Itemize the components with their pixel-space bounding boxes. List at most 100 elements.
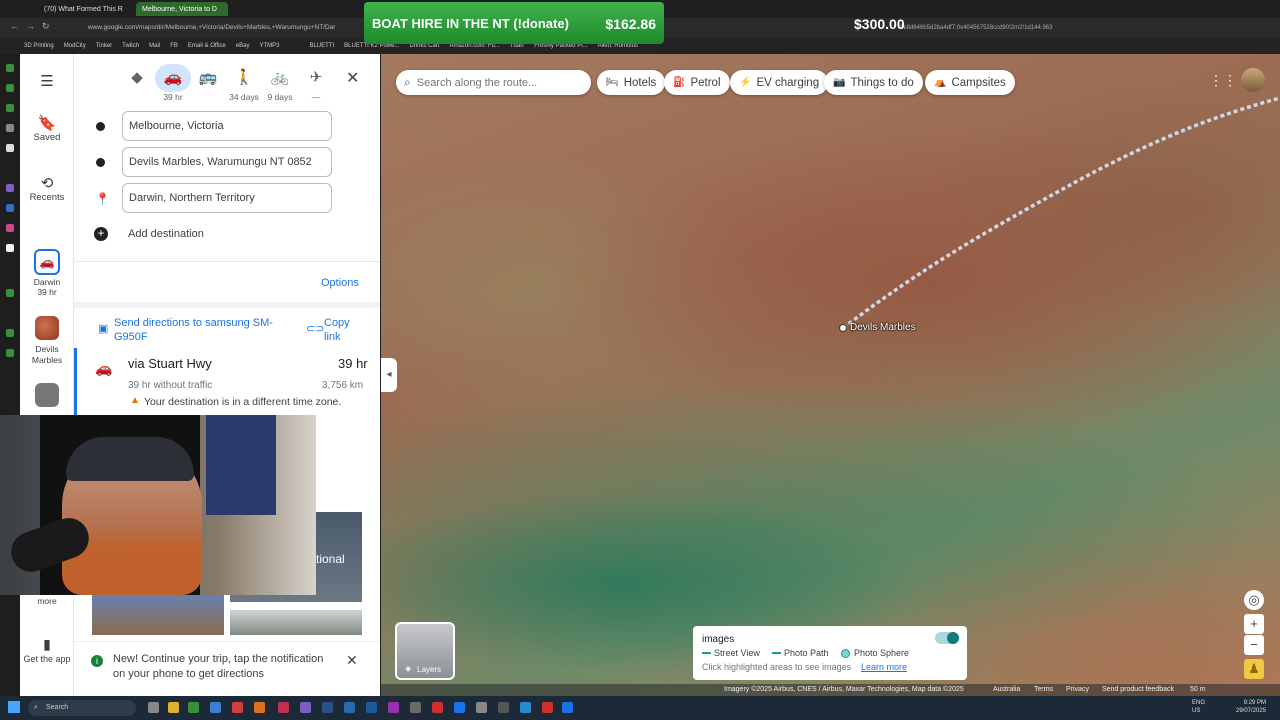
travel-mode-icon: ◆ bbox=[131, 69, 143, 86]
chip-label: Petrol bbox=[690, 76, 721, 89]
maps-side-rail: ☰ 🔖 Saved ⟲ Recents 🚗 Darwin 39 hr Devil… bbox=[20, 54, 74, 696]
divider bbox=[74, 302, 380, 308]
notification-text: New! Continue your trip, tap the notific… bbox=[113, 653, 324, 680]
destination-pin-icon: 📍 bbox=[95, 192, 110, 206]
send-directions-link[interactable]: Send directions to samsung SM-G950F bbox=[114, 316, 284, 344]
bookmark-item[interactable]: 3D Printing bbox=[24, 43, 54, 49]
saved-button[interactable]: 🔖 Saved bbox=[20, 114, 74, 143]
bookmark-item[interactable]: FB bbox=[170, 43, 178, 49]
destination-input[interactable]: Darwin, Northern Territory bbox=[122, 183, 332, 213]
chip-label: Things to do bbox=[850, 76, 914, 89]
waypoint-dot-icon bbox=[96, 158, 105, 167]
bookmark-item[interactable]: ModCity bbox=[64, 43, 86, 49]
recents-label: Recents bbox=[29, 192, 65, 203]
reload-icon[interactable]: ↻ bbox=[42, 21, 50, 32]
avatar[interactable] bbox=[1241, 68, 1265, 92]
back-icon[interactable]: ← bbox=[10, 21, 19, 31]
options-button[interactable]: Options bbox=[321, 277, 359, 289]
route-line bbox=[841, 96, 1280, 330]
travel-mode-3[interactable]: 🚶 34 days bbox=[226, 64, 262, 102]
travel-mode-0[interactable]: ◆ bbox=[119, 64, 155, 92]
feedback-link[interactable]: Send product feedback bbox=[1102, 686, 1174, 693]
travel-mode-time: 34 days bbox=[229, 92, 259, 102]
legend-hint: Click highlighted areas to see images bbox=[702, 662, 852, 672]
images-toggle[interactable] bbox=[935, 632, 959, 644]
close-icon[interactable]: ✕ bbox=[346, 68, 359, 88]
clock[interactable]: 9:29 PM 29/07/2025 bbox=[1236, 699, 1266, 715]
bookmark-item[interactable]: Email & Office bbox=[188, 43, 226, 49]
recent-devils-marbles[interactable]: Devils Marbles bbox=[20, 316, 74, 366]
bookmark-item[interactable]: Tinker bbox=[96, 43, 112, 49]
language-indicator[interactable]: ENG US bbox=[1192, 699, 1205, 715]
my-location-icon[interactable]: ◎ bbox=[1244, 590, 1264, 610]
scale-label: 50 m bbox=[1190, 686, 1206, 693]
privacy-link[interactable]: Privacy bbox=[1066, 686, 1089, 693]
region-label: US bbox=[1192, 708, 1201, 714]
more-label[interactable]: more bbox=[20, 596, 74, 606]
photo-sphere-swatch bbox=[841, 649, 850, 658]
bookmark-item[interactable]: YTMP3 bbox=[259, 43, 279, 49]
collapse-panel-icon[interactable]: ◂ bbox=[381, 358, 397, 392]
terms-link[interactable]: Terms bbox=[1034, 686, 1053, 693]
directions-panel: ◆ 🚗 39 hr 🚌 🚶 34 days 🚲 9 days ✈ — ✕ Melbourne, V… bbox=[74, 54, 380, 696]
browser-tab[interactable]: (70) What Formed This R bbox=[38, 2, 130, 16]
menu-icon[interactable]: ☰ bbox=[20, 72, 74, 90]
browser-tab-active[interactable]: Melbourne, Victoria to D bbox=[136, 2, 228, 16]
layers-button[interactable]: ◈ Layers bbox=[395, 622, 455, 680]
route-traffic: 39 hr without traffic bbox=[128, 380, 213, 391]
apps-grid-icon[interactable]: ⋮⋮ bbox=[1209, 72, 1237, 89]
zoom-out-button[interactable]: − bbox=[1244, 635, 1264, 655]
link-icon: ⊂⊃ bbox=[306, 323, 325, 335]
start-icon[interactable] bbox=[8, 701, 20, 713]
zoom-in-button[interactable]: + bbox=[1244, 614, 1264, 634]
chip-petrol[interactable]: ⛽ Petrol bbox=[664, 70, 730, 95]
street-view-swatch bbox=[702, 652, 711, 654]
donation-goal-overlay: BOAT HIRE IN THE NT (!donate) $162.86 bbox=[364, 2, 664, 44]
get-app-button[interactable]: ▮ Get the app bbox=[20, 636, 74, 665]
taskbar-search[interactable]: ⌕ Search bbox=[28, 700, 136, 716]
bookmark-item[interactable]: eBay bbox=[236, 43, 250, 49]
close-icon[interactable]: ✕ bbox=[346, 652, 358, 669]
recents-button[interactable]: ⟲ Recents bbox=[20, 174, 74, 203]
chip-campsites[interactable]: ⛺ Campsites bbox=[925, 70, 1015, 95]
windows-taskbar: ⌕ Search ENG US 9:29 PM 29/07/2025 bbox=[0, 696, 1280, 720]
chip-label: EV charging bbox=[756, 76, 820, 89]
chip-hotels[interactable]: 🛏 Hotels bbox=[597, 70, 666, 95]
origin-input[interactable]: Melbourne, Victoria bbox=[122, 111, 332, 141]
bookmark-item[interactable]: Twitch bbox=[122, 43, 139, 49]
photo-path-label: Photo Path bbox=[784, 648, 829, 658]
route-card[interactable]: 🚗 via Stuart Hwy 39 hr 39 hr without tra… bbox=[74, 348, 380, 416]
url-field[interactable]: www.google.com/maps/dir/Melbourne,+Victo… bbox=[88, 21, 368, 35]
copy-link-button[interactable]: Copy link bbox=[324, 316, 364, 344]
travel-mode-5[interactable]: ✈ — bbox=[298, 64, 334, 102]
satellite-map[interactable]: Devils Marbles ⌕ Search along the route.… bbox=[381, 54, 1280, 696]
chip-ev-charging[interactable]: ⚡ EV charging bbox=[730, 70, 829, 95]
bookmark-item[interactable]: Mail bbox=[149, 43, 160, 49]
bookmark-item[interactable]: BLUETTI bbox=[309, 43, 334, 49]
learn-more-link[interactable]: Learn more bbox=[861, 662, 907, 672]
car-icon: 🚗 bbox=[34, 249, 60, 275]
travel-mode-2[interactable]: 🚌 bbox=[190, 64, 226, 92]
waypoint-input[interactable]: Devils Marbles, Warumungu NT 0852 bbox=[122, 147, 332, 177]
street-view-label: Street View bbox=[714, 648, 760, 658]
place-thumbnail bbox=[35, 316, 59, 340]
bookmark-icon: 🔖 bbox=[37, 115, 57, 132]
recent-place-3[interactable] bbox=[20, 383, 74, 407]
travel-mode-4[interactable]: 🚲 9 days bbox=[262, 64, 298, 102]
pegman-icon[interactable]: ♟ bbox=[1244, 659, 1264, 679]
route-search-box[interactable]: ⌕ Search along the route... bbox=[396, 70, 591, 95]
travel-mode-1[interactable]: 🚗 39 hr bbox=[155, 64, 191, 102]
forward-icon[interactable]: → bbox=[26, 21, 35, 31]
place-photo[interactable] bbox=[230, 610, 362, 635]
date-label: 29/07/2025 bbox=[1236, 708, 1267, 714]
car-icon: 🚗 bbox=[95, 360, 113, 376]
place-photo[interactable] bbox=[92, 595, 224, 635]
origin-dot-icon bbox=[96, 122, 105, 131]
region-link[interactable]: Australia bbox=[993, 686, 1020, 693]
chip-things-to-do[interactable]: 📷 Things to do bbox=[824, 70, 923, 95]
recent-darwin[interactable]: 🚗 Darwin 39 hr bbox=[20, 249, 74, 297]
darwin-time: 39 hr bbox=[37, 287, 57, 297]
map-pin-label[interactable]: Devils Marbles bbox=[850, 322, 916, 333]
add-destination-button[interactable]: Add destination bbox=[128, 228, 204, 240]
send-icon: ▣ bbox=[98, 323, 109, 335]
